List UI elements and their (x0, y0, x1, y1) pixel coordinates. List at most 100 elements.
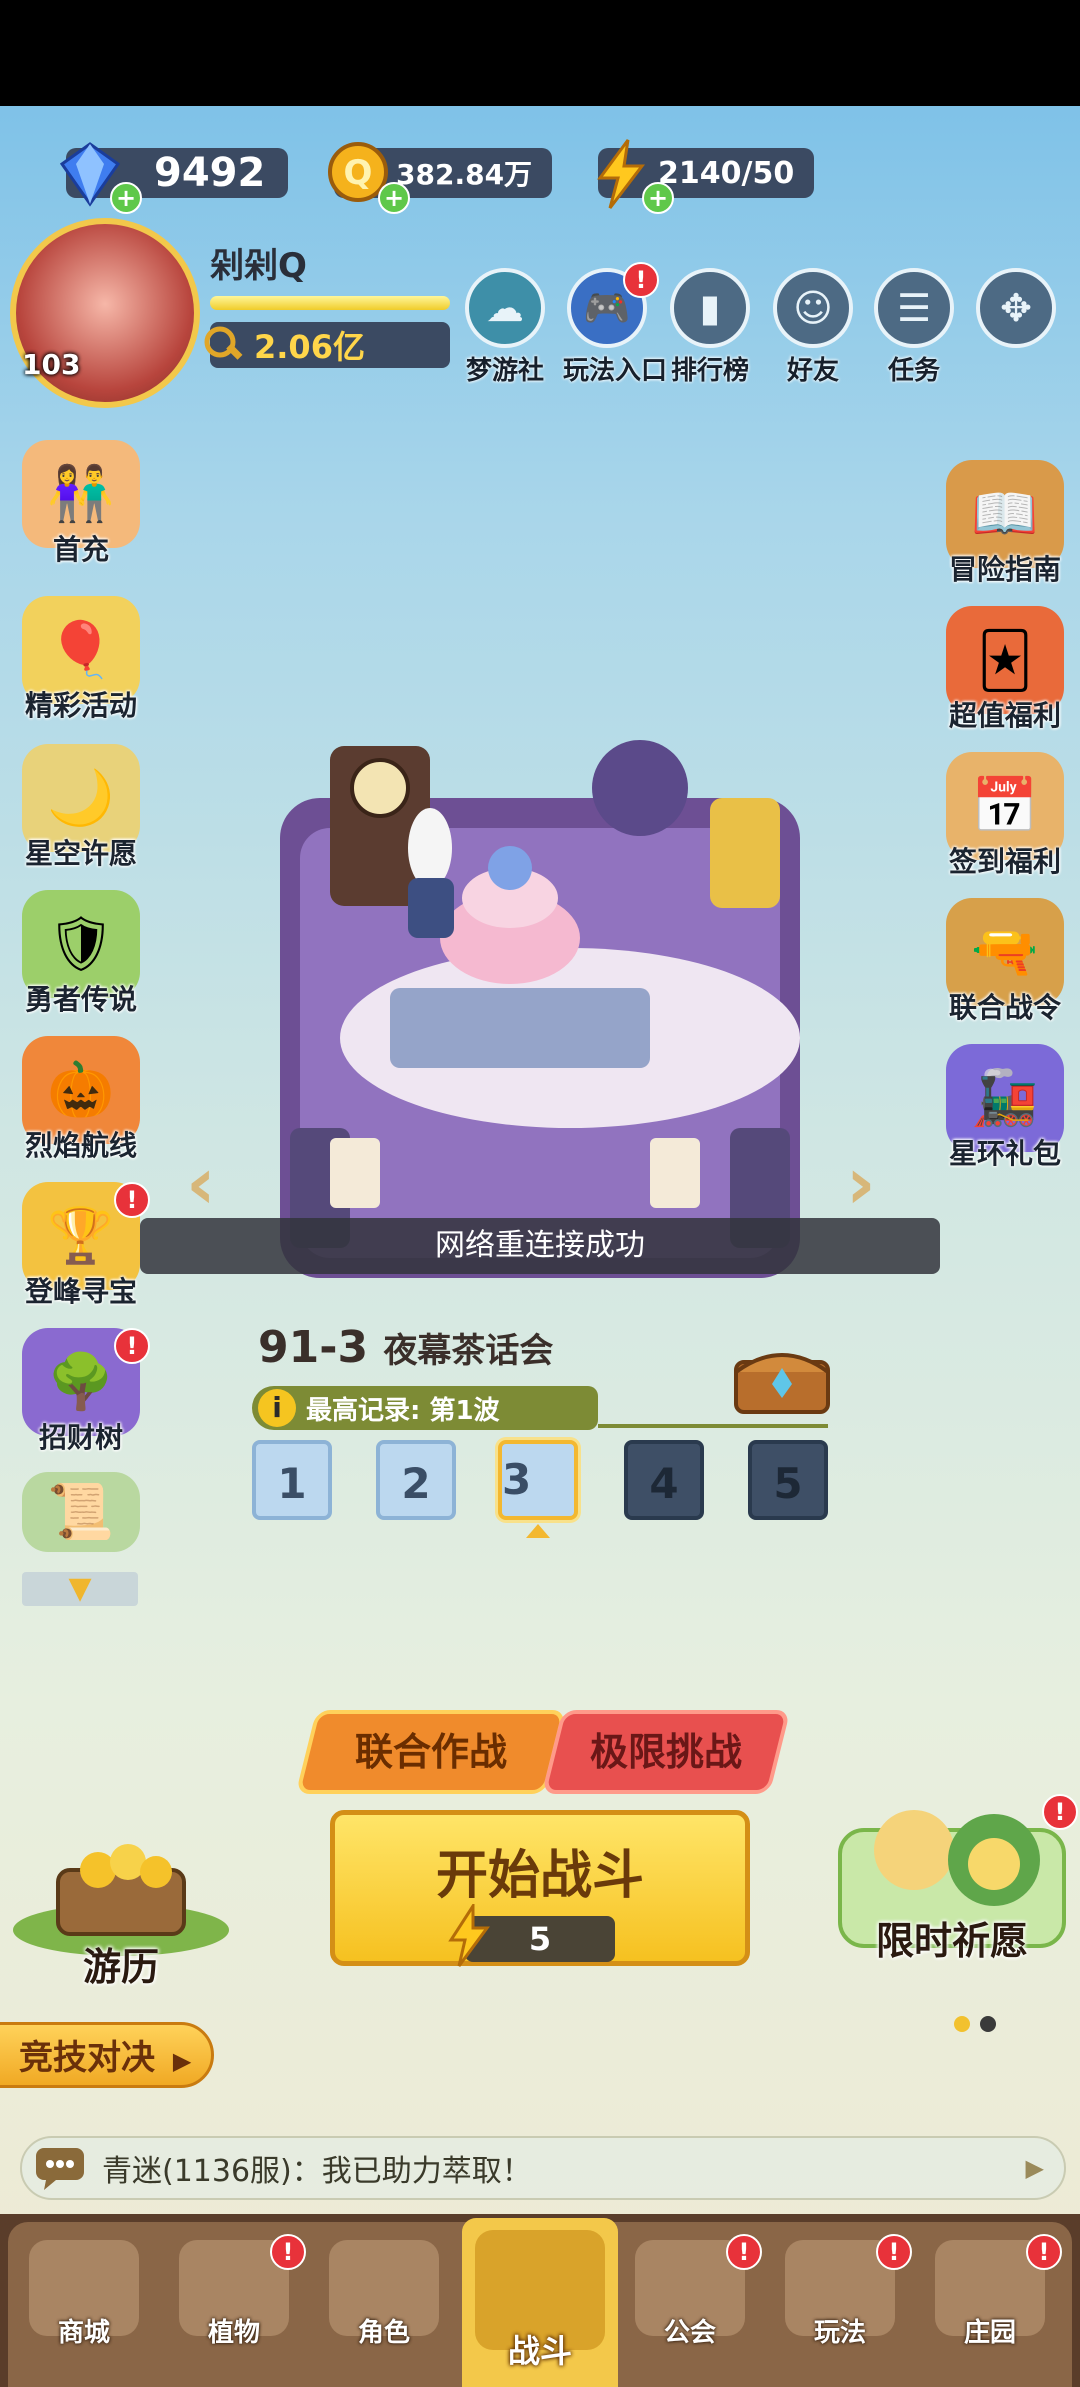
scroll-down-button[interactable]: ▼ (22, 1572, 138, 1606)
flame-route-button[interactable]: 🎃 烈焰航线 (6, 1036, 156, 1164)
more-menu-button[interactable]: ✥ (972, 268, 1060, 348)
record-underline (598, 1424, 828, 1428)
coop-battle-tab[interactable]: 联合作战 (295, 1710, 567, 1794)
alert-badge: ! (726, 2234, 762, 2270)
stage-name: 夜幕茶话会 (383, 1331, 554, 1371)
dream-club-icon: ☁ (465, 268, 545, 348)
battle-pass-label: 联合战令 (948, 991, 1061, 1024)
tasks-label: 任务 (887, 356, 940, 386)
summit-treasure-button[interactable]: 🏆 登峰寻宝 ! (6, 1182, 156, 1310)
best-record: i 最高记录: 第1波 (252, 1386, 598, 1430)
leaderboard-icon: ▮ (670, 268, 750, 348)
wave-5[interactable]: 5 (748, 1440, 828, 1520)
start-battle-button[interactable]: 开始战斗 5 (330, 1810, 750, 1967)
page-dot (980, 2016, 996, 2032)
gem-counter[interactable]: + 9492 (59, 142, 288, 214)
nav-plants[interactable]: 植物 ! (172, 2234, 306, 2380)
toast-message: 网络重连接成功 (140, 1218, 940, 1274)
travel-button[interactable]: 游历 (8, 1830, 234, 1991)
diamond-grid-icon: ✥ (976, 268, 1056, 348)
nav-gameplay[interactable]: 玩法 ! (778, 2234, 912, 2380)
nav-guild-label: 公会 (663, 2318, 716, 2348)
energy-cost: 5 (448, 1904, 615, 1967)
tasks-button[interactable]: ☰ 任务 (870, 268, 958, 387)
stage-illustration (280, 740, 800, 1278)
wave-1[interactable]: 1 (252, 1440, 332, 1520)
player-name: 剁剁Q (210, 246, 307, 286)
battle-pass-button[interactable]: 🔫 联合战令 (930, 898, 1080, 1026)
nav-manor[interactable]: 庄园 ! (928, 2234, 1062, 2380)
gem-value: 9492 (154, 150, 266, 196)
player-level: 103 (22, 348, 81, 381)
energy-cost-value: 5 (528, 1920, 552, 1958)
nav-shop[interactable]: 商城 (22, 2240, 146, 2380)
star-wish-label: 星空许愿 (24, 837, 137, 870)
wave-4[interactable]: 4 (624, 1440, 704, 1520)
coin-value: 382.84万 (396, 158, 533, 191)
coin-counter[interactable]: Q + 382.84万 (328, 142, 552, 214)
add-gems-icon[interactable]: + (110, 182, 142, 214)
dream-club-button[interactable]: ☁ 梦游社 (461, 268, 549, 387)
energy-value: 2140/50 (658, 155, 795, 191)
alert-badge: ! (114, 1182, 150, 1218)
star-wish-button[interactable]: 🌙 星空许愿 (6, 744, 156, 872)
wave-2[interactable]: 2 (376, 1440, 456, 1520)
page-dot-active (954, 2016, 970, 2032)
summit-treasure-label: 登峰寻宝 (24, 1275, 137, 1308)
events-button[interactable]: 🎈 精彩活动 (6, 596, 156, 724)
events-label: 精彩活动 (24, 689, 137, 722)
first-recharge-label: 首充 (52, 533, 109, 566)
wave-3-current[interactable]: 3 (498, 1440, 578, 1520)
extreme-challenge-tab[interactable]: 极限挑战 (541, 1710, 791, 1794)
sign-in-welfare-label: 签到福利 (948, 845, 1061, 878)
alert-badge: ! (270, 2234, 306, 2270)
star-ring-pack-label: 星环礼包 (948, 1137, 1061, 1170)
nav-characters-label: 角色 (357, 2318, 410, 2348)
nav-characters[interactable]: 角色 (322, 2240, 446, 2380)
nav-guild[interactable]: 公会 ! (628, 2234, 762, 2380)
friends-icon: ☺ (773, 268, 853, 348)
hero-legend-button[interactable]: 🛡 勇者传说 (6, 890, 156, 1018)
chat-message: 青迷(1136服)：我已助力萃取！ (102, 2154, 532, 2189)
start-battle-label: 开始战斗 (435, 1846, 644, 1906)
info-icon: i (258, 1389, 296, 1427)
money-tree-button[interactable]: 🌳 招财树 ! (6, 1328, 156, 1456)
nav-battle[interactable]: 战斗 (462, 2218, 618, 2387)
chat-bubble-icon (36, 2148, 84, 2190)
nav-plants-label: 植物 (207, 2318, 260, 2348)
next-stage-arrow[interactable]: › (846, 1147, 896, 1219)
hero-legend-label: 勇者传说 (24, 983, 137, 1016)
nav-shop-label: 商城 (57, 2318, 110, 2348)
more-activity-button[interactable]: 📜 (6, 1472, 156, 1552)
scroll-item-icon: 📜 (22, 1472, 140, 1552)
status-bar (0, 0, 1080, 106)
energy-counter[interactable]: + 2140/50 (597, 139, 814, 214)
first-recharge-button[interactable]: 👫 首充 (6, 440, 156, 568)
chat-bar[interactable]: 青迷(1136服)：我已助力萃取！ ▶ (20, 2136, 1066, 2200)
arena-button[interactable]: 竞技对决 ▶ (0, 2022, 214, 2088)
friends-button[interactable]: ☺ 好友 (769, 268, 857, 387)
nav-gameplay-label: 玩法 (813, 2318, 866, 2348)
add-energy-icon[interactable]: + (642, 182, 674, 214)
treasure-chest-icon[interactable] (730, 1338, 834, 1418)
alert-badge: ! (1042, 1794, 1078, 1830)
sign-in-welfare-button[interactable]: 📅 签到福利 (930, 752, 1080, 880)
value-welfare-button[interactable]: 🃏 超值福利 (930, 606, 1080, 734)
gameplay-entry-button[interactable]: 🎮 玩法入口 ! (563, 262, 667, 387)
friends-label: 好友 (786, 356, 839, 386)
expand-chat-icon[interactable]: ▶ (1026, 2154, 1044, 2182)
limited-wish-button[interactable]: ! 限时祈愿 (834, 1790, 1078, 1965)
combat-power: 2.06亿 (204, 322, 450, 368)
adventure-guide-label: 冒险指南 (948, 553, 1061, 586)
add-coins-icon[interactable]: + (378, 182, 410, 214)
star-ring-pack-button[interactable]: 🚂 星环礼包 (930, 1044, 1080, 1172)
leaderboard-button[interactable]: ▮ 排行榜 (666, 268, 754, 387)
svg-text:Q: Q (344, 153, 373, 193)
previous-stage-arrow[interactable]: ‹ (186, 1147, 236, 1219)
adventure-guide-button[interactable]: 📖 冒险指南 (930, 460, 1080, 588)
power-icon (204, 326, 243, 360)
leaderboard-label: 排行榜 (670, 356, 749, 386)
xp-bar (210, 296, 450, 310)
coop-battle-label: 联合作战 (354, 1730, 507, 1774)
value-welfare-label: 超值福利 (948, 699, 1061, 732)
